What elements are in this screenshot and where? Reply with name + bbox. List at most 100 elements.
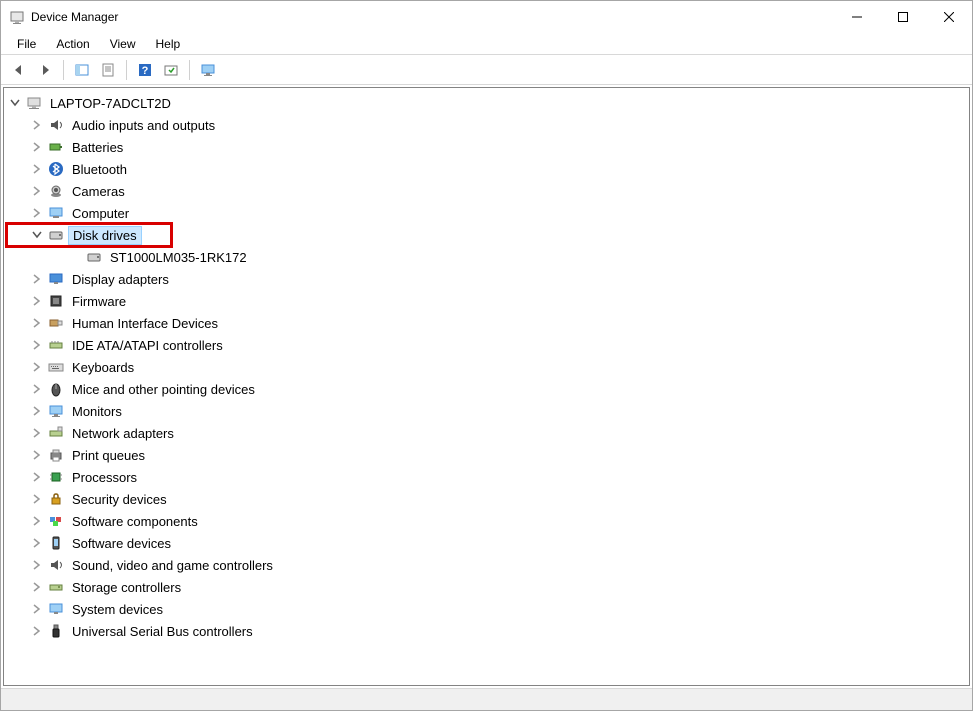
tree-item-computer[interactable]: Computer	[4, 202, 969, 224]
tree-item-software-components[interactable]: Software components	[4, 510, 969, 532]
chevron-down-icon[interactable]	[30, 228, 44, 242]
chevron-right-icon[interactable]	[30, 426, 44, 440]
tree-item-label: Disk drives	[68, 226, 142, 245]
bluetooth-icon	[47, 160, 65, 178]
tree-item-label: Sound, video and game controllers	[68, 557, 277, 574]
chevron-right-icon[interactable]	[30, 360, 44, 374]
tree-item-storage[interactable]: Storage controllers	[4, 576, 969, 598]
chevron-right-icon[interactable]	[30, 470, 44, 484]
tree-item-label: System devices	[68, 601, 167, 618]
chevron-right-icon[interactable]	[30, 206, 44, 220]
tree-item-sound[interactable]: Sound, video and game controllers	[4, 554, 969, 576]
tree-item-processors[interactable]: Processors	[4, 466, 969, 488]
tree-item-label: Universal Serial Bus controllers	[68, 623, 257, 640]
close-button[interactable]	[926, 1, 972, 33]
tree-item-software-devices[interactable]: Software devices	[4, 532, 969, 554]
disk-icon	[47, 226, 65, 244]
tree-item-label: Human Interface Devices	[68, 315, 222, 332]
tree-item-keyboards[interactable]: Keyboards	[4, 356, 969, 378]
show-hide-tree-button[interactable]	[70, 58, 94, 82]
tree-item-label: Mice and other pointing devices	[68, 381, 259, 398]
software-device-icon	[47, 534, 65, 552]
chevron-right-icon[interactable]	[30, 536, 44, 550]
audio-icon	[47, 116, 65, 134]
chevron-right-icon[interactable]	[30, 294, 44, 308]
tree-item-label: Print queues	[68, 447, 149, 464]
tree-item-security[interactable]: Security devices	[4, 488, 969, 510]
chevron-right-icon[interactable]	[30, 118, 44, 132]
chevron-right-icon[interactable]	[30, 140, 44, 154]
menu-bar: File Action View Help	[1, 33, 972, 55]
toolbar-separator	[189, 60, 190, 80]
chevron-right-icon[interactable]	[30, 162, 44, 176]
tree-root-node[interactable]: LAPTOP-7ADCLT2D	[4, 92, 969, 114]
tree-item-batteries[interactable]: Batteries	[4, 136, 969, 158]
chevron-right-icon[interactable]	[30, 184, 44, 198]
device-tree[interactable]: LAPTOP-7ADCLT2D Audio inputs and outputs…	[3, 87, 970, 686]
tree-item-cameras[interactable]: Cameras	[4, 180, 969, 202]
properties-button[interactable]	[96, 58, 120, 82]
tree-item-disk-drives[interactable]: Disk drives	[4, 224, 969, 246]
tree-item-label: Cameras	[68, 183, 129, 200]
tree-item-hid[interactable]: Human Interface Devices	[4, 312, 969, 334]
window-controls	[834, 1, 972, 33]
menu-action[interactable]: Action	[46, 35, 99, 53]
menu-view[interactable]: View	[100, 35, 146, 53]
tree-item-label: Keyboards	[68, 359, 138, 376]
disk-icon	[85, 248, 103, 266]
tree-item-network[interactable]: Network adapters	[4, 422, 969, 444]
tree-item-label: Network adapters	[68, 425, 178, 442]
tree-item-print[interactable]: Print queues	[4, 444, 969, 466]
tree-item-ide[interactable]: IDE ATA/ATAPI controllers	[4, 334, 969, 356]
scan-button[interactable]	[159, 58, 183, 82]
security-icon	[47, 490, 65, 508]
chevron-right-icon[interactable]	[30, 316, 44, 330]
chevron-right-icon[interactable]	[30, 602, 44, 616]
help-button[interactable]: ?	[133, 58, 157, 82]
hid-icon	[47, 314, 65, 332]
chevron-right-icon[interactable]	[30, 404, 44, 418]
back-button[interactable]	[7, 58, 31, 82]
menu-file[interactable]: File	[7, 35, 46, 53]
tree-item-audio[interactable]: Audio inputs and outputs	[4, 114, 969, 136]
chevron-right-icon[interactable]	[30, 272, 44, 286]
minimize-button[interactable]	[834, 1, 880, 33]
processor-icon	[47, 468, 65, 486]
chevron-right-icon[interactable]	[30, 514, 44, 528]
tree-item-bluetooth[interactable]: Bluetooth	[4, 158, 969, 180]
network-icon	[47, 424, 65, 442]
chevron-right-icon[interactable]	[30, 492, 44, 506]
tree-item-mice[interactable]: Mice and other pointing devices	[4, 378, 969, 400]
tree-item-disk-child[interactable]: ST1000LM035-1RK172	[4, 246, 969, 268]
tree-item-label: Computer	[68, 205, 133, 222]
tree-root-label: LAPTOP-7ADCLT2D	[46, 95, 175, 112]
tree-item-firmware[interactable]: Firmware	[4, 290, 969, 312]
chevron-right-icon[interactable]	[30, 338, 44, 352]
printer-icon	[47, 446, 65, 464]
tree-item-display-adapters[interactable]: Display adapters	[4, 268, 969, 290]
chevron-down-icon[interactable]	[8, 96, 22, 110]
tree-item-label: Monitors	[68, 403, 126, 420]
menu-help[interactable]: Help	[146, 35, 191, 53]
monitor-button[interactable]	[196, 58, 220, 82]
firmware-icon	[47, 292, 65, 310]
tree-item-label: Software devices	[68, 535, 175, 552]
window-title: Device Manager	[31, 10, 118, 24]
chevron-right-icon[interactable]	[30, 448, 44, 462]
chevron-right-icon[interactable]	[30, 624, 44, 638]
camera-icon	[47, 182, 65, 200]
tree-item-system[interactable]: System devices	[4, 598, 969, 620]
chevron-right-icon[interactable]	[30, 558, 44, 572]
tree-item-usb[interactable]: Universal Serial Bus controllers	[4, 620, 969, 642]
battery-icon	[47, 138, 65, 156]
maximize-button[interactable]	[880, 1, 926, 33]
tree-item-monitors[interactable]: Monitors	[4, 400, 969, 422]
chevron-right-icon[interactable]	[30, 580, 44, 594]
toolbar: ?	[1, 55, 972, 85]
tree-item-label: Audio inputs and outputs	[68, 117, 219, 134]
chevron-right-icon[interactable]	[30, 382, 44, 396]
tree-item-label: Firmware	[68, 293, 130, 310]
forward-button[interactable]	[33, 58, 57, 82]
mouse-icon	[47, 380, 65, 398]
monitor-icon	[47, 402, 65, 420]
